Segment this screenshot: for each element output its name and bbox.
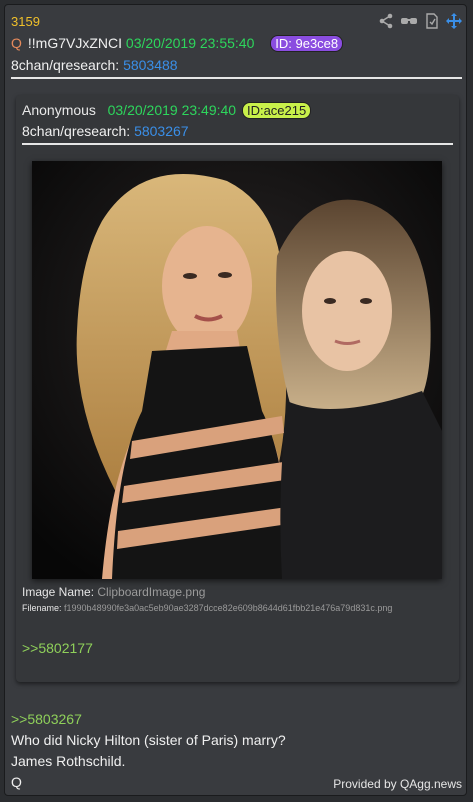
provided-by[interactable]: Provided by QAgg.news	[333, 777, 462, 791]
document-icon[interactable]	[424, 13, 440, 29]
q-marker: Q	[11, 35, 22, 51]
image-name-label: Image Name:	[22, 585, 95, 599]
post-header: Q !!mG7VJxZNCI 03/20/2019 23:55:40 ID: 9e…	[11, 35, 344, 52]
post-number: 3159	[11, 14, 40, 29]
image-filename: Filename: f1990b48990fe3a0ac5eb90ae3287d…	[22, 603, 392, 613]
quoted-source-prefix: 8chan/qresearch:	[22, 123, 131, 139]
id-badge[interactable]: ID: 9e3ce8	[270, 35, 344, 52]
tripcode: !!mG7VJxZNCI	[27, 35, 123, 51]
source-link[interactable]: 5803488	[123, 57, 178, 73]
source-prefix: 8chan/qresearch:	[11, 57, 120, 73]
post-toolbar	[378, 13, 462, 29]
post-card: 3159 Q !!mG7VJxZNCI 03/20/2019 23:55:40 I…	[4, 4, 467, 796]
reply-link[interactable]: >>5803267	[11, 709, 286, 730]
quoted-post: Anonymous 03/20/2019 23:49:40 ID:ace215 …	[16, 95, 459, 682]
post-image[interactable]	[32, 161, 442, 579]
image-name: Image Name: ClipboardImage.png	[22, 585, 205, 599]
body-line: Who did Nicky Hilton (sister of Paris) m…	[11, 732, 286, 748]
move-icon[interactable]	[446, 13, 462, 29]
post-date: 03/20/2019 23:55:40	[125, 35, 255, 51]
body-line: James Rothschild.	[11, 753, 126, 769]
divider	[11, 77, 462, 79]
body-signature: Q	[11, 774, 22, 790]
image-name-value: ClipboardImage.png	[97, 585, 206, 599]
filename-value: f1990b48990fe3a0ac5eb90ae3287dcce82e609b…	[64, 603, 393, 613]
quoted-reply-link[interactable]: >>5802177	[22, 640, 93, 656]
quoted-divider	[22, 143, 453, 145]
quoted-header: Anonymous 03/20/2019 23:49:40 ID:ace215	[22, 102, 312, 119]
quoted-date: 03/20/2019 23:49:40	[107, 102, 237, 118]
quoted-author: Anonymous	[22, 102, 96, 118]
post-source: 8chan/qresearch: 5803488	[11, 57, 178, 73]
quoted-source: 8chan/qresearch: 5803267	[22, 123, 189, 139]
quoted-id-badge[interactable]: ID:ace215	[241, 102, 312, 119]
share-icon[interactable]	[378, 13, 394, 29]
glasses-icon[interactable]	[400, 13, 418, 29]
post-body: >>5803267 Who did Nicky Hilton (sister o…	[11, 709, 286, 793]
quoted-source-link[interactable]: 5803267	[134, 123, 189, 139]
filename-label: Filename:	[22, 603, 62, 613]
